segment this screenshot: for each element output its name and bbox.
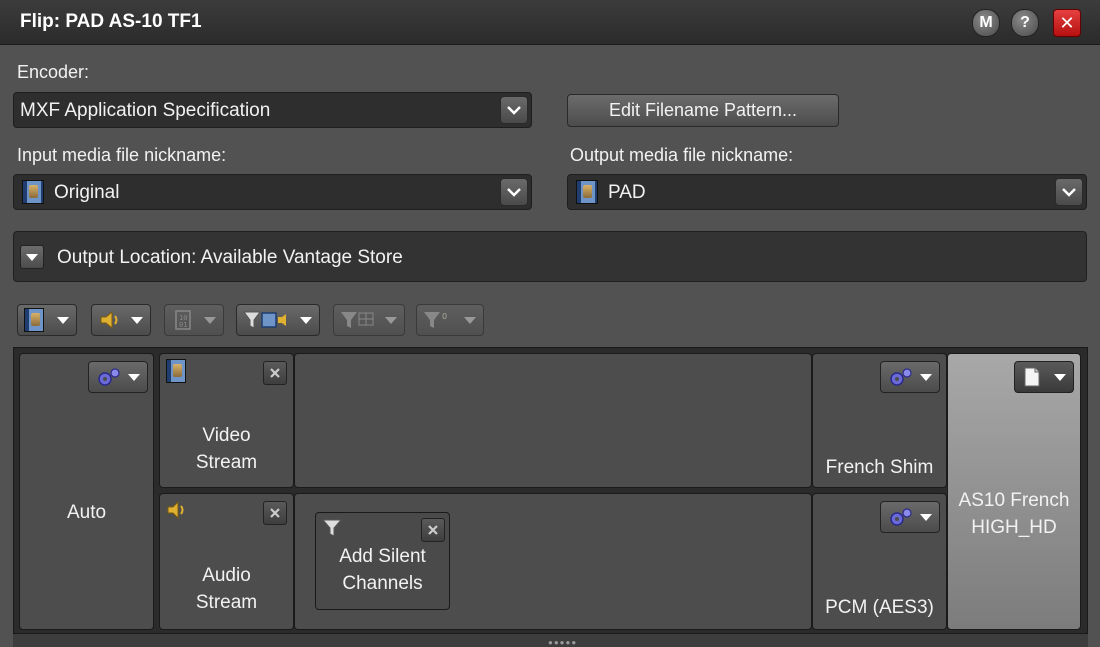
video-stream-label-2: Stream (195, 452, 258, 473)
encoder-value: MXF Application Specification (20, 100, 271, 121)
add-grid-filter-dropdown[interactable] (333, 304, 405, 336)
grip-icon: ●●●●● (548, 638, 578, 647)
add-silent-label-2: Channels (342, 573, 423, 594)
output-location-text: Output Location: Available Vantage Store (57, 247, 403, 268)
remove-audio-stream-button[interactable] (263, 501, 287, 525)
add-audio-filter-dropdown[interactable]: 0 (416, 304, 484, 336)
add-silent-channels-filter[interactable]: Add Silent Channels (315, 512, 450, 610)
panel-splitter[interactable]: ●●●●● (13, 634, 1088, 647)
audio-filter-lane[interactable]: Add Silent Channels (294, 493, 812, 630)
gear-icon (890, 508, 912, 526)
chevron-down-icon[interactable] (500, 96, 528, 124)
svg-text:0: 0 (442, 312, 447, 321)
window-title: Flip: PAD AS-10 TF1 (20, 11, 202, 32)
edit-filename-pattern-button[interactable]: Edit Filename Pattern... (567, 94, 839, 127)
close-icon (270, 368, 280, 378)
svg-text:01: 01 (179, 321, 187, 329)
input-nickname-value: Original (54, 182, 120, 203)
pcm-label: PCM (AES3) (825, 597, 934, 618)
chevron-down-icon[interactable] (1055, 178, 1083, 206)
audio-filter-icon: 0 (424, 312, 447, 328)
video-file-icon (22, 180, 44, 204)
french-shim-settings-dropdown[interactable] (880, 361, 940, 393)
expand-toggle-button[interactable] (20, 245, 44, 269)
title-bar: Flip: PAD AS-10 TF1 M ? ✕ (0, 0, 1100, 45)
chevron-down-icon[interactable] (500, 178, 528, 206)
gear-icon (890, 368, 912, 386)
output-nickname-label: Output media file nickname: (570, 145, 794, 165)
video-stream-cell[interactable]: Video Stream (159, 353, 294, 488)
encoder-label: Encoder: (17, 62, 90, 82)
audio-stream-label-1: Audio (202, 565, 251, 586)
remove-filter-button[interactable] (421, 518, 445, 542)
grid-filter-icon (341, 312, 374, 328)
output-location-section: Output Location: Available Vantage Store (13, 231, 1087, 282)
audio-stream-icon (167, 500, 184, 520)
audio-track-icon (100, 310, 118, 330)
add-video-track-dropdown[interactable] (17, 304, 77, 336)
remove-video-stream-button[interactable] (263, 361, 287, 385)
output-nickname-select[interactable]: PAD (567, 174, 1087, 210)
track-grid: Auto Video Stream French Shim Audio Stre… (13, 347, 1088, 634)
add-silent-label-1: Add Silent (339, 546, 426, 567)
document-icon (1024, 367, 1040, 387)
container-label-2: HIGH_HD (971, 517, 1057, 538)
m-button[interactable]: M (972, 9, 1000, 37)
input-nickname-label: Input media file nickname: (17, 145, 227, 165)
video-track-icon (24, 308, 44, 332)
video-filter-icon (243, 311, 286, 329)
auto-label: Auto (66, 502, 107, 523)
french-shim-cell[interactable]: French Shim (812, 353, 947, 488)
french-shim-label: French Shim (825, 457, 934, 478)
input-nickname-select[interactable]: Original (13, 174, 532, 210)
help-button[interactable]: ? (1011, 9, 1039, 37)
audio-stream-cell[interactable]: Audio Stream (159, 493, 294, 630)
video-stream-label-1: Video (202, 425, 251, 446)
audio-stream-label-2: Stream (195, 592, 258, 613)
data-track-icon: 10 01 (175, 310, 191, 330)
add-audio-track-dropdown[interactable] (91, 304, 151, 336)
container-cell[interactable]: AS10 French HIGH_HD (947, 353, 1081, 630)
close-icon (270, 508, 280, 518)
close-button[interactable]: ✕ (1053, 9, 1081, 37)
add-video-filter-dropdown[interactable] (236, 304, 320, 336)
encoder-select[interactable]: MXF Application Specification (13, 92, 532, 128)
container-label-1: AS10 French (958, 490, 1070, 511)
video-filter-lane[interactable] (294, 353, 812, 488)
video-file-icon (576, 180, 598, 204)
gear-icon (98, 368, 120, 386)
auto-settings-dropdown[interactable] (88, 361, 148, 393)
close-icon (428, 525, 438, 535)
container-settings-dropdown[interactable] (1014, 361, 1074, 393)
pcm-settings-dropdown[interactable] (880, 501, 940, 533)
filter-icon (322, 519, 343, 537)
output-nickname-value: PAD (608, 182, 646, 203)
video-stream-icon (166, 359, 186, 383)
pcm-cell[interactable]: PCM (AES3) (812, 493, 947, 630)
add-data-track-dropdown[interactable]: 10 01 (164, 304, 224, 336)
auto-cell[interactable]: Auto (19, 353, 154, 630)
